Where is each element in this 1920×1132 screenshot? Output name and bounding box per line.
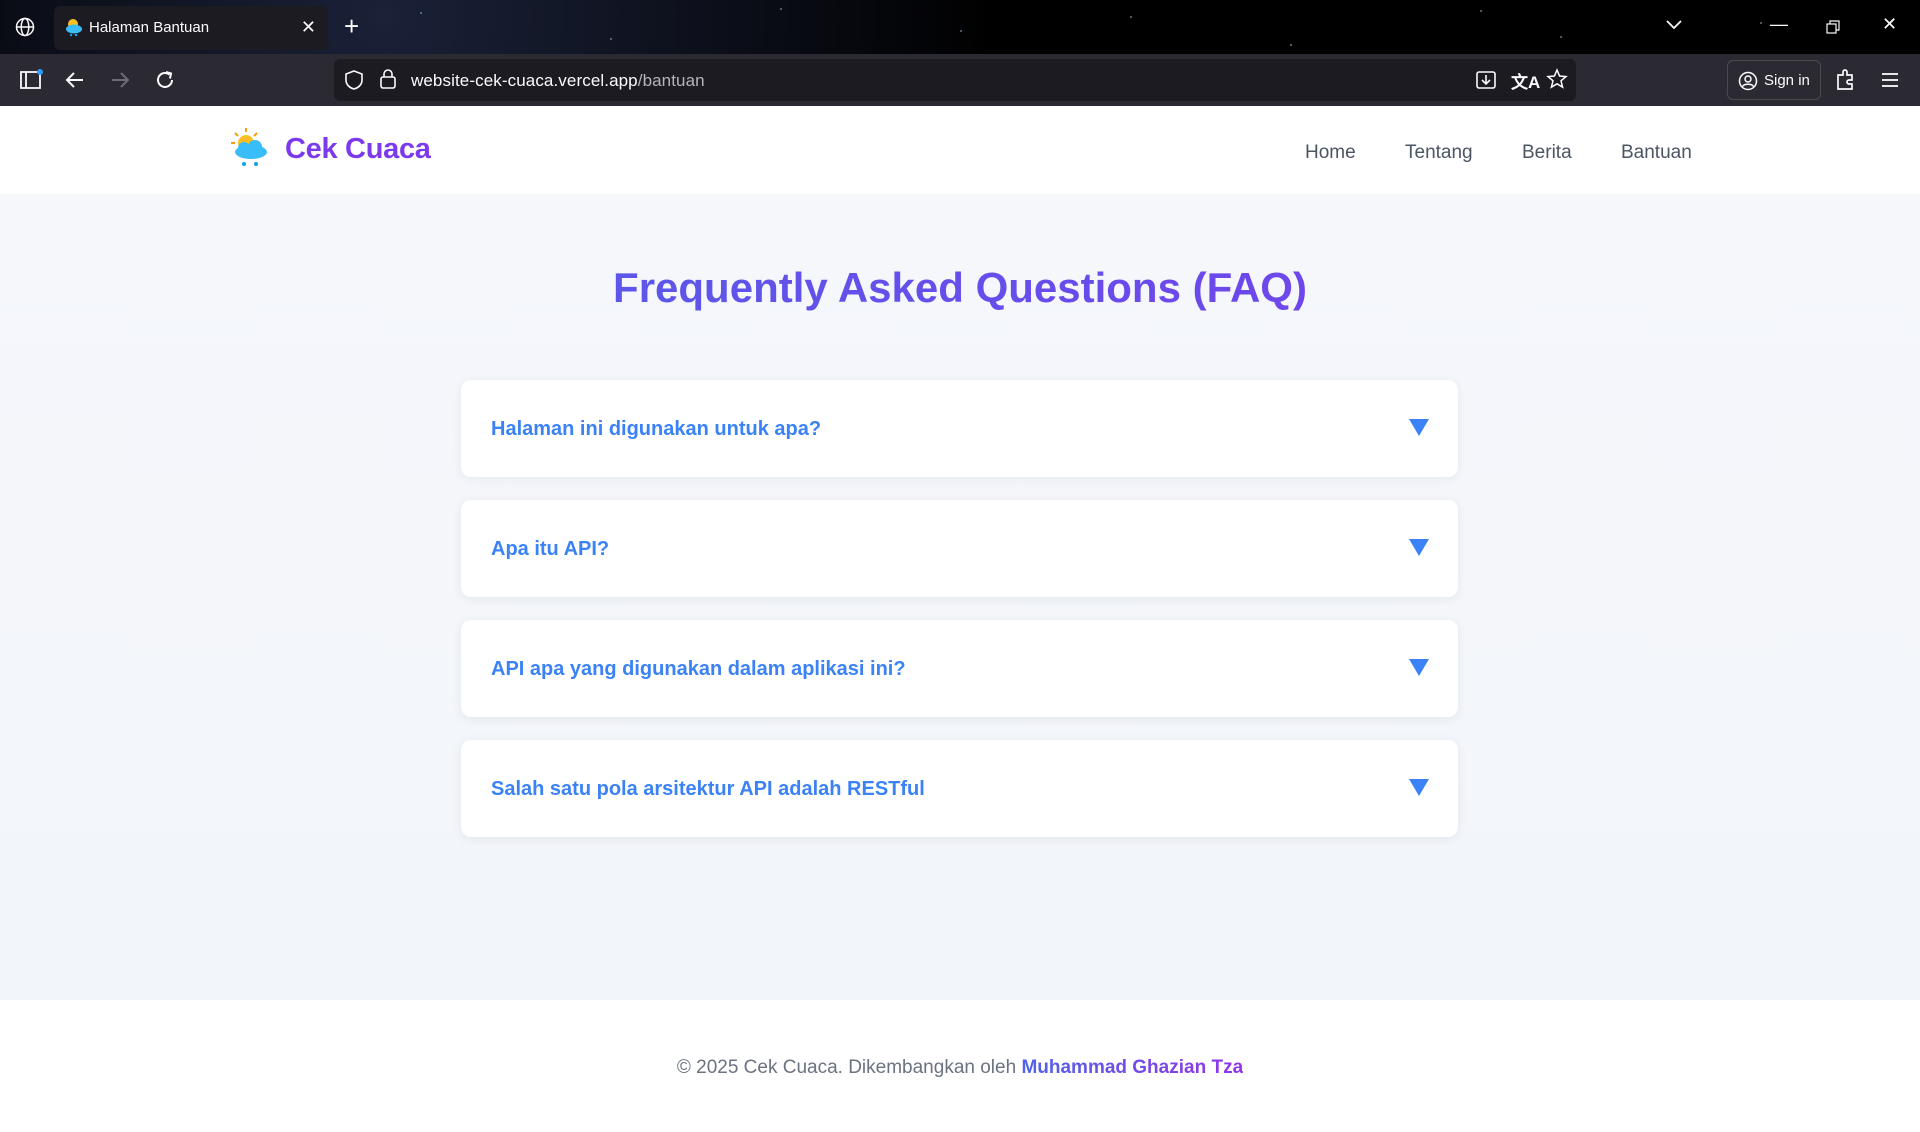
minimize-icon[interactable]: —	[1770, 14, 1788, 35]
close-tab-icon[interactable]: ✕	[301, 16, 316, 38]
tab-strip: Halaman Bantuan ✕ + — ✕	[0, 0, 1920, 54]
download-page-icon[interactable]	[1475, 69, 1497, 91]
expand-arrow-icon[interactable]	[1409, 419, 1429, 436]
site-footer: © 2025 Cek Cuaca. Dikembangkan oleh Muha…	[0, 1000, 1920, 1132]
url-text: website-cek-cuaca.vercel.app/bantuan	[411, 71, 705, 90]
brand-name[interactable]: Cek Cuaca	[285, 133, 431, 166]
faq-item[interactable]: API apa yang digunakan dalam aplikasi in…	[461, 620, 1458, 717]
page-title: Frequently Asked Questions (FAQ)	[0, 264, 1920, 312]
weather-favicon-icon	[66, 19, 82, 37]
faq-question: API apa yang digunakan dalam aplikasi in…	[491, 658, 906, 680]
nav-berita[interactable]: Berita	[1522, 142, 1572, 164]
faq-question: Apa itu API?	[491, 538, 610, 560]
globe-icon[interactable]	[14, 16, 36, 38]
address-bar[interactable]: website-cek-cuaca.vercel.app/bantuan 文A	[334, 59, 1576, 101]
sign-in-label: Sign in	[1764, 72, 1810, 89]
faq-item[interactable]: Halaman ini digunakan untuk apa?	[461, 380, 1458, 477]
weather-logo-icon[interactable]	[229, 126, 271, 168]
expand-arrow-icon[interactable]	[1409, 659, 1429, 676]
tab-title: Halaman Bantuan	[89, 19, 210, 36]
shield-icon[interactable]	[343, 69, 365, 91]
new-tab-icon[interactable]: +	[344, 12, 359, 40]
back-icon[interactable]	[62, 67, 88, 93]
nav-tentang[interactable]: Tentang	[1405, 142, 1473, 164]
expand-arrow-icon[interactable]	[1409, 539, 1429, 556]
faq-item[interactable]: Salah satu pola arsitektur API adalah RE…	[461, 740, 1458, 837]
translate-icon[interactable]: 文A	[1511, 68, 1540, 93]
main-content: Frequently Asked Questions (FAQ) Halaman…	[0, 194, 1920, 1000]
footer-author[interactable]: Muhammad Ghazian Tza	[1021, 1057, 1243, 1078]
browser-chrome: Halaman Bantuan ✕ + — ✕ website-cek-cuac…	[0, 0, 1920, 106]
lock-icon[interactable]	[378, 68, 398, 90]
nav-home[interactable]: Home	[1305, 142, 1356, 164]
sign-in-button[interactable]: Sign in	[1727, 60, 1821, 100]
close-window-icon[interactable]: ✕	[1882, 14, 1897, 35]
restore-icon[interactable]	[1826, 20, 1840, 34]
faq-question: Salah satu pola arsitektur API adalah RE…	[491, 778, 925, 800]
forward-icon[interactable]	[107, 67, 133, 93]
account-icon	[1738, 71, 1758, 91]
faq-question: Halaman ini digunakan untuk apa?	[491, 418, 822, 440]
menu-icon[interactable]	[1877, 67, 1903, 93]
chevron-down-icon[interactable]	[1665, 18, 1683, 32]
extensions-icon[interactable]	[1832, 67, 1858, 93]
sidebar-icon[interactable]	[18, 67, 44, 93]
faq-item[interactable]: Apa itu API?	[461, 500, 1458, 597]
nav-bantuan[interactable]: Bantuan	[1621, 142, 1692, 164]
footer-copyright: © 2025 Cek Cuaca. Dikembangkan oleh Muha…	[676, 1057, 1244, 1078]
expand-arrow-icon[interactable]	[1409, 779, 1429, 796]
bookmark-star-icon[interactable]	[1546, 68, 1568, 90]
reload-icon[interactable]	[152, 67, 178, 93]
browser-toolbar: website-cek-cuaca.vercel.app/bantuan 文A …	[0, 54, 1920, 106]
site-header: Cek Cuaca Home Tentang Berita Bantuan	[0, 106, 1920, 194]
tab-halaman-bantuan[interactable]: Halaman Bantuan ✕	[54, 6, 328, 50]
